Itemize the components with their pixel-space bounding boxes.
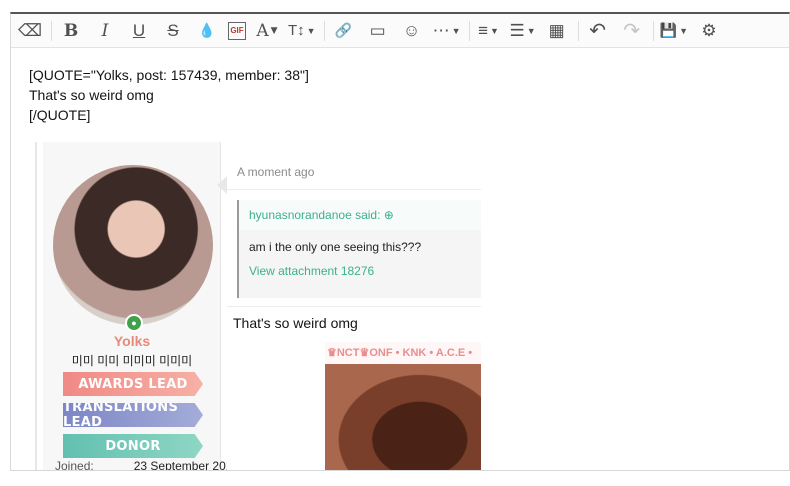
joined-value: 23 September 2018 [133,459,240,471]
chevron-down-icon: ▼ [526,25,536,36]
redo-icon: ↷ [623,20,641,42]
eraser-icon: ⌫ [17,20,43,40]
gear-icon: ⚙ [701,20,717,40]
bold-icon: B [63,20,79,41]
bbcode-line: That's so weird omg [29,87,154,103]
rich-text-editor[interactable]: ⌫ B I U S 💧 GIF A ▼ T↕ ▼ 🔗 ▭ ☺ ⋯ ▼ ≡ ▼ ☰ ▼ ▦ … [10,12,790,471]
more-options-button[interactable]: ⋯ ▼ [433,18,461,44]
post-content: A moment ago hyunasnorandanoe said: ⊕ am… [227,154,481,470]
inner-quote-text: am i the only one seeing this??? [249,240,422,254]
toolbar-divider [652,20,654,41]
text-size-icon: T↕ [288,22,305,39]
settings-button[interactable]: ⚙ [696,18,722,44]
user-panel: ● Yolks 미미 미미 미미미 미미미 AWARDS LEAD TRANSL… [43,142,239,470]
inner-quote-author[interactable]: hyunasnorandanoe said: ⊕ [239,200,481,230]
joined-info: Joined: 23 September 2018 [55,459,240,471]
smilies-button[interactable]: ☺ [399,18,425,44]
strikethrough-button[interactable]: S [160,18,186,44]
underline-icon: U [132,20,146,40]
clear-formatting-button[interactable]: ⌫ [17,18,43,44]
bbcode-line: [QUOTE="Yolks, post: 157439, member: 38"… [29,67,309,83]
list-button[interactable]: ☰ ▼ [510,18,536,44]
font-icon: A [256,20,269,41]
toolbar-divider [468,20,470,41]
donor-banner: DONOR [63,434,203,458]
username[interactable]: Yolks [43,333,221,349]
italic-button[interactable]: I [92,18,118,44]
chevron-down-icon: ▼ [451,25,461,36]
strikethrough-icon: S [167,20,179,40]
toolbar-divider [323,20,325,41]
reply-text: That's so weird omg [227,306,481,336]
joined-label: Joined: [55,459,94,471]
font-family-button[interactable]: A ▼ [254,18,280,44]
post-timestamp[interactable]: A moment ago [227,154,481,190]
signature-image [325,364,481,470]
message-arrow [217,176,227,194]
gif-icon: GIF [230,26,244,35]
bbcode-line: [/QUOTE] [29,107,91,123]
quoted-post-preview: ● Yolks 미미 미미 미미미 미미미 AWARDS LEAD TRANSL… [35,142,481,470]
table-icon: ▦ [548,20,565,40]
toolbar-divider [51,20,52,41]
chevron-down-icon: ▼ [490,25,499,36]
insert-link-button[interactable]: 🔗 [331,18,357,44]
smiley-icon: ☺ [402,20,421,40]
chevron-down-icon: ▼ [306,25,316,36]
list-icon: ☰ [509,20,525,40]
image-icon: ▭ [369,20,386,40]
undo-icon: ↶ [589,20,607,42]
drafts-button[interactable]: 💾 ▼ [660,18,688,44]
italic-icon: I [101,20,109,41]
editor-toolbar: ⌫ B I U S 💧 GIF A ▼ T↕ ▼ 🔗 ▭ ☺ ⋯ ▼ ≡ ▼ ☰ ▼ ▦ … [11,14,789,48]
chevron-down-icon: ▼ [270,25,278,36]
translations-lead-banner: TRANSLATIONS LEAD [63,403,203,427]
bold-button[interactable]: B [58,18,84,44]
chevron-down-icon: ▼ [679,25,689,36]
droplet-icon: 💧 [198,22,216,38]
avatar[interactable] [53,165,213,325]
insert-table-button[interactable]: ▦ [544,18,570,44]
signature-banner: ♛NCT♛ONF • KNK • A.C.E • [325,342,481,364]
attachment-link[interactable]: View attachment 18276 [239,264,481,278]
toolbar-divider [577,20,579,41]
user-title: 미미 미미 미미미 미미미 [71,354,193,368]
align-button[interactable]: ≡ ▼ [476,18,502,44]
link-icon: 🔗 [334,22,353,38]
underline-button[interactable]: U [126,18,152,44]
redo-button[interactable]: ↷ [619,18,645,44]
font-size-button[interactable]: T↕ ▼ [288,18,316,44]
align-left-icon: ≡ [478,20,489,40]
gif-button[interactable]: GIF [228,21,246,40]
floppy-disk-icon: 💾 [659,22,678,38]
insert-image-button[interactable]: ▭ [365,18,391,44]
bbcode-text[interactable]: [QUOTE="Yolks, post: 157439, member: 38"… [29,65,309,125]
undo-button[interactable]: ↶ [585,18,611,44]
awards-lead-banner: AWARDS LEAD [63,372,203,396]
online-status-badge: ● [125,314,143,332]
user-online-icon: ● [127,316,141,330]
ellipsis-icon: ⋯ [432,20,450,40]
inner-quote: hyunasnorandanoe said: ⊕ am i the only o… [237,200,481,298]
text-color-button[interactable]: 💧 [194,18,220,44]
